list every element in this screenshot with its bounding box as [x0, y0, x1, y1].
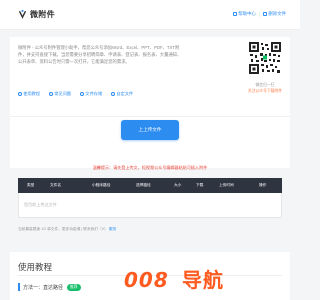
col-downloads: 下载 — [196, 183, 204, 187]
paperclip-logo-icon — [19, 9, 26, 19]
empty-placeholder: 您目前上传过文件 — [24, 202, 57, 207]
col-upload-time: 上传时间 — [219, 183, 234, 187]
link-faq-label: 常见问题 — [54, 91, 72, 96]
link-storage[interactable]: 文件存储 — [80, 91, 102, 97]
nav-divider: | — [258, 11, 260, 17]
top-nav: 帮助中心 | 删除文件 — [232, 11, 286, 17]
logo[interactable]: 微附件 — [18, 9, 55, 20]
intro-description: 微附件 - 公众号附件管理小助手，帮您公众号添加Word、Excel、PPT、P… — [18, 45, 182, 65]
method-one-label: 方法一：直达路径 — [23, 284, 64, 291]
qr-caption: 微信扫一扫 关注公众号下载附件 — [236, 83, 294, 94]
upload-notice: 温馨提示：请先登上传文，短视频公众号编辑器粘贴可插入附件 — [92, 165, 208, 170]
recommend-badge: 推荐 — [67, 283, 81, 291]
col-filename: 文件名 — [50, 183, 62, 187]
link-custom-file-label: 自定文件 — [116, 91, 134, 96]
intro-card: 微附件 - 公众号附件管理小助手，帮您公众号添加Word、Excel、PPT、P… — [10, 37, 290, 116]
link-tutorial[interactable]: 使用教程 — [18, 91, 40, 97]
nav-delete[interactable]: 删除文件 — [262, 11, 286, 17]
guide-title: 使用教程 — [18, 262, 53, 272]
trash-icon — [262, 12, 267, 16]
intro-links: 使用教程 常见问题 文件存储 自定文件 — [18, 91, 142, 97]
watermark-digits: 008 — [124, 268, 169, 292]
storage-icon — [80, 92, 84, 96]
book-icon — [18, 92, 22, 96]
nav-help[interactable]: 帮助中心 — [232, 11, 256, 17]
footnote-link[interactable]: 服务 — [109, 227, 116, 231]
file-list-empty-row: 您目前上传过文件 — [18, 193, 282, 218]
link-faq[interactable]: 常见问题 — [49, 91, 71, 97]
file-table-header: 类型 文件名 小程序路径 选择路径 大小 下载 上传时间 操作 — [18, 178, 282, 193]
method-accent-bar — [18, 283, 20, 291]
link-storage-label: 文件存储 — [85, 91, 103, 96]
col-actions: 操作 — [259, 183, 267, 187]
question-icon — [49, 92, 53, 96]
link-tutorial-label: 使用教程 — [23, 91, 41, 96]
footnote: 当前最高限速 1G 单文件，更多功能请 | 联系我们（V） 服务 — [18, 227, 116, 232]
help-icon — [232, 12, 237, 16]
qr-caption-line2: 关注公众号下载附件 — [247, 88, 283, 93]
watermark-text: 导航 — [182, 268, 224, 292]
file-icon — [111, 92, 115, 96]
nav-delete-label: 删除文件 — [268, 11, 286, 16]
col-miniprogram-path: 小程序路径 — [92, 183, 111, 187]
link-custom-file[interactable]: 自定文件 — [111, 91, 133, 97]
method-one: 方法一：直达路径 推荐 — [18, 283, 81, 291]
top-header: 微附件 帮助中心 | 删除文件 — [0, 0, 300, 30]
qr-code-icon — [248, 41, 282, 75]
upload-file-button[interactable]: 上上传文件 — [121, 120, 179, 140]
col-type: 类型 — [27, 183, 35, 187]
watermark-logo: 008 导航 — [124, 266, 252, 294]
footnote-text: 当前最高限速 1G 单文件，更多功能请 | 联系我们（V） — [18, 227, 108, 231]
nav-help-label: 帮助中心 — [238, 11, 256, 16]
col-select-path: 选择路径 — [136, 183, 151, 187]
logo-text: 微附件 — [30, 10, 55, 19]
col-size: 大小 — [174, 183, 182, 187]
